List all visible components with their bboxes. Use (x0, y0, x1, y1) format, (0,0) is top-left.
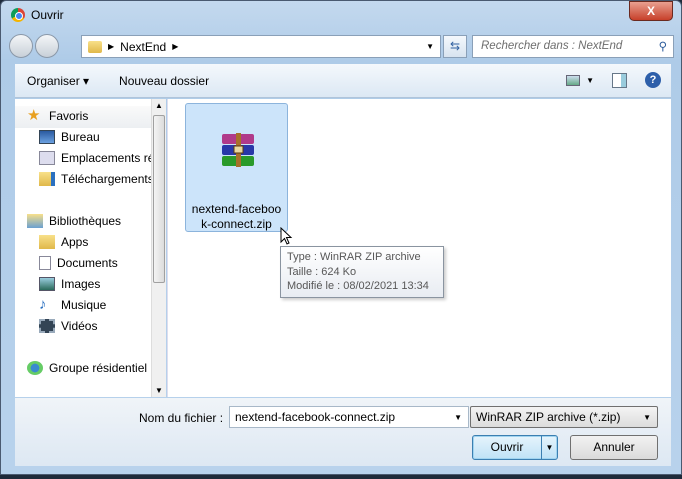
open-dialog: Ouvrir X ▶ NextEnd ▶ ▼ ⇆ Rechercher dans… (0, 0, 682, 475)
desktop-icon (39, 130, 55, 144)
winrar-archive-icon (222, 133, 254, 167)
sidebar-favorites[interactable]: ★ Favoris (27, 107, 88, 124)
search-icon[interactable]: ⚲ (659, 39, 667, 53)
documents-icon (39, 256, 51, 270)
sidebar-item-documents[interactable]: Documents (39, 256, 118, 270)
search-input[interactable]: Rechercher dans : NextEnd ⚲ (472, 35, 674, 58)
sidebar-item-videos[interactable]: Vidéos (39, 319, 97, 333)
scroll-up-icon[interactable]: ▲ (155, 101, 163, 110)
folder-icon (88, 40, 102, 53)
organise-menu[interactable]: Organiser ▾ (27, 74, 89, 88)
videos-icon (39, 319, 55, 333)
file-tooltip: Type : WinRAR ZIP archive Taille : 624 K… (280, 246, 444, 298)
sidebar-item-music[interactable]: ♪ Musique (39, 296, 106, 313)
file-type-select[interactable]: WinRAR ZIP archive (*.zip) ▼ (470, 406, 658, 428)
homegroup-icon (27, 361, 43, 375)
dropdown-arrow-icon[interactable]: ▼ (454, 413, 462, 422)
recent-places-icon (39, 151, 55, 165)
forward-button[interactable] (35, 34, 59, 58)
sidebar-libraries[interactable]: Bibliothèques (27, 214, 121, 228)
libraries-icon (27, 214, 43, 228)
refresh-button[interactable]: ⇆ (443, 35, 467, 58)
title-bar: Ouvrir (11, 8, 64, 22)
downloads-folder-icon (39, 172, 55, 186)
preview-pane-icon[interactable] (612, 72, 627, 88)
file-list: nextend-faceboo k-connect.zip Type : Win… (167, 99, 671, 397)
filename-input[interactable]: nextend-facebook-connect.zip ▼ (229, 406, 469, 428)
star-icon: ★ (27, 107, 41, 124)
open-dropdown-icon[interactable]: ▼ (541, 436, 557, 459)
dropdown-arrow-icon[interactable]: ▼ (426, 42, 434, 51)
search-placeholder: Rechercher dans : NextEnd (481, 40, 623, 52)
file-item[interactable]: nextend-faceboo k-connect.zip (185, 103, 288, 232)
cancel-button[interactable]: Annuler (570, 435, 658, 460)
folder-icon (39, 235, 55, 249)
chevron-right-icon[interactable]: ▶ (172, 42, 178, 51)
view-options-icon[interactable] (566, 74, 581, 86)
scroll-down-icon[interactable]: ▼ (155, 386, 163, 395)
navigation-pane: ★Favoris Bureau Emplacements récents Tél… (15, 99, 151, 397)
toolbar: Organiser ▾ Nouveau dossier ▼ ? (15, 64, 671, 98)
help-icon[interactable]: ? (645, 72, 661, 88)
images-icon (39, 277, 55, 291)
window-title: Ouvrir (31, 8, 64, 22)
sidebar-item-bureau[interactable]: Bureau (39, 130, 100, 144)
file-name: nextend-faceboo k-connect.zip (191, 202, 282, 231)
address-bar[interactable]: ▶ NextEnd ▶ ▼ (81, 35, 441, 58)
view-dropdown-icon[interactable]: ▼ (586, 76, 594, 85)
footer: Nom du fichier : nextend-facebook-connec… (15, 398, 671, 466)
dropdown-arrow-icon: ▼ (643, 413, 651, 422)
sidebar-item-images[interactable]: Images (39, 277, 100, 291)
music-icon: ♪ (39, 296, 47, 313)
open-button[interactable]: Ouvrir ▼ (472, 435, 558, 460)
sidebar-homegroup[interactable]: Groupe résidentiel (27, 361, 147, 375)
back-button[interactable] (9, 34, 33, 58)
chevron-right-icon: ▶ (108, 42, 115, 51)
sidebar-item-downloads[interactable]: Téléchargements (39, 172, 151, 186)
close-button[interactable]: X (629, 1, 673, 21)
sidebar-item-recent[interactable]: Emplacements récents (39, 151, 151, 165)
new-folder-button[interactable]: Nouveau dossier (119, 74, 209, 88)
filename-label: Nom du fichier : (139, 411, 224, 425)
sidebar-item-apps[interactable]: Apps (39, 235, 88, 249)
breadcrumb-nextend[interactable]: NextEnd (120, 40, 166, 54)
navigation-scrollbar[interactable]: ▲ ▼ (151, 99, 166, 397)
mouse-cursor-icon (280, 227, 293, 245)
chrome-icon (11, 8, 25, 22)
scrollbar-thumb[interactable] (153, 115, 165, 283)
